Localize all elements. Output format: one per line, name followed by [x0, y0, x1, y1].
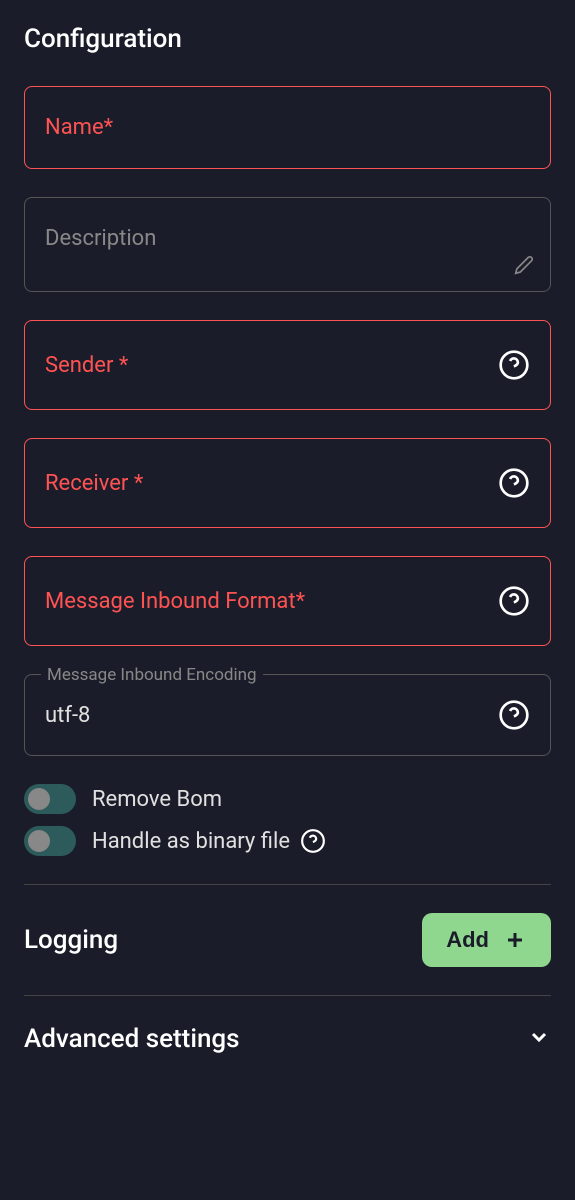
advanced-settings-title: Advanced settings	[24, 1024, 240, 1054]
add-button[interactable]: Add	[422, 913, 551, 967]
name-field[interactable]: Name*	[24, 86, 551, 169]
divider	[24, 884, 551, 885]
toggle-knob	[28, 830, 50, 852]
remove-bom-label: Remove Bom	[92, 787, 222, 812]
handle-binary-toggle[interactable]	[24, 826, 76, 856]
help-icon[interactable]	[498, 585, 530, 617]
receiver-field[interactable]: Receiver *	[24, 438, 551, 528]
edit-icon[interactable]	[514, 255, 534, 279]
plus-icon	[503, 928, 527, 952]
help-icon[interactable]	[498, 349, 530, 381]
divider	[24, 995, 551, 996]
handle-binary-label: Handle as binary file	[92, 828, 326, 854]
sender-field[interactable]: Sender *	[24, 320, 551, 410]
help-icon[interactable]	[498, 467, 530, 499]
name-label: Name*	[45, 115, 113, 140]
logging-title: Logging	[24, 925, 118, 955]
inbound-format-field[interactable]: Message Inbound Format*	[24, 556, 551, 646]
toggle-knob	[28, 788, 50, 810]
remove-bom-row: Remove Bom	[24, 784, 551, 814]
logging-section: Logging Add	[24, 913, 551, 967]
description-field[interactable]: Description	[24, 197, 551, 292]
inbound-format-label: Message Inbound Format*	[45, 589, 305, 614]
chevron-down-icon	[527, 1025, 551, 1053]
sender-label: Sender *	[45, 353, 128, 378]
inbound-encoding-legend: Message Inbound Encoding	[41, 665, 263, 685]
configuration-title: Configuration	[24, 24, 551, 54]
handle-binary-row: Handle as binary file	[24, 826, 551, 856]
description-label: Description	[45, 226, 156, 251]
inbound-encoding-value: utf-8	[45, 703, 90, 728]
help-icon[interactable]	[300, 828, 326, 854]
receiver-label: Receiver *	[45, 471, 143, 496]
advanced-settings-row[interactable]: Advanced settings	[24, 1024, 551, 1054]
inbound-encoding-field[interactable]: Message Inbound Encoding utf-8	[24, 674, 551, 756]
remove-bom-toggle[interactable]	[24, 784, 76, 814]
help-icon[interactable]	[498, 699, 530, 731]
